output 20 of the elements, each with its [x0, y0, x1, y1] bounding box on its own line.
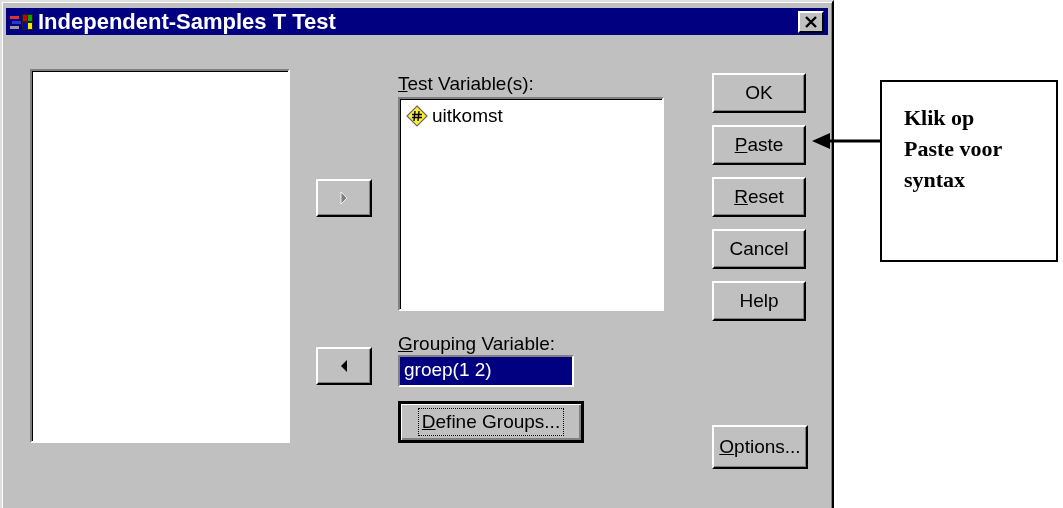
options-button[interactable]: Options...: [712, 425, 808, 469]
numeric-variable-icon: [406, 105, 428, 127]
callout-text: Klik op Paste voor syntax: [904, 104, 1003, 194]
grouping-variable-field[interactable]: groep(1 2): [398, 355, 574, 387]
variable-name[interactable]: uitkomst: [432, 105, 503, 127]
dialog-button[interactable]: Help: [712, 281, 806, 321]
dialog-button[interactable]: Cancel: [712, 229, 806, 269]
transfer-button[interactable]: [316, 179, 372, 217]
grouping-variable-label: Grouping Variable:: [398, 333, 556, 355]
test-variables-list[interactable]: uitkomst: [398, 97, 664, 311]
transfer-button[interactable]: [316, 347, 372, 385]
app-icon: [10, 11, 34, 32]
dialog-button[interactable]: OK: [712, 73, 806, 113]
define-groups-button[interactable]: Define Groups...: [398, 401, 584, 443]
dialog-button[interactable]: Reset: [712, 177, 806, 217]
test-variables-label: Test Variable(s):: [398, 73, 534, 95]
close-button[interactable]: [798, 10, 824, 33]
dialog-button[interactable]: Paste: [712, 125, 806, 165]
close-icon: [804, 15, 818, 28]
window-title: Independent-Samples T Test: [38, 8, 337, 35]
